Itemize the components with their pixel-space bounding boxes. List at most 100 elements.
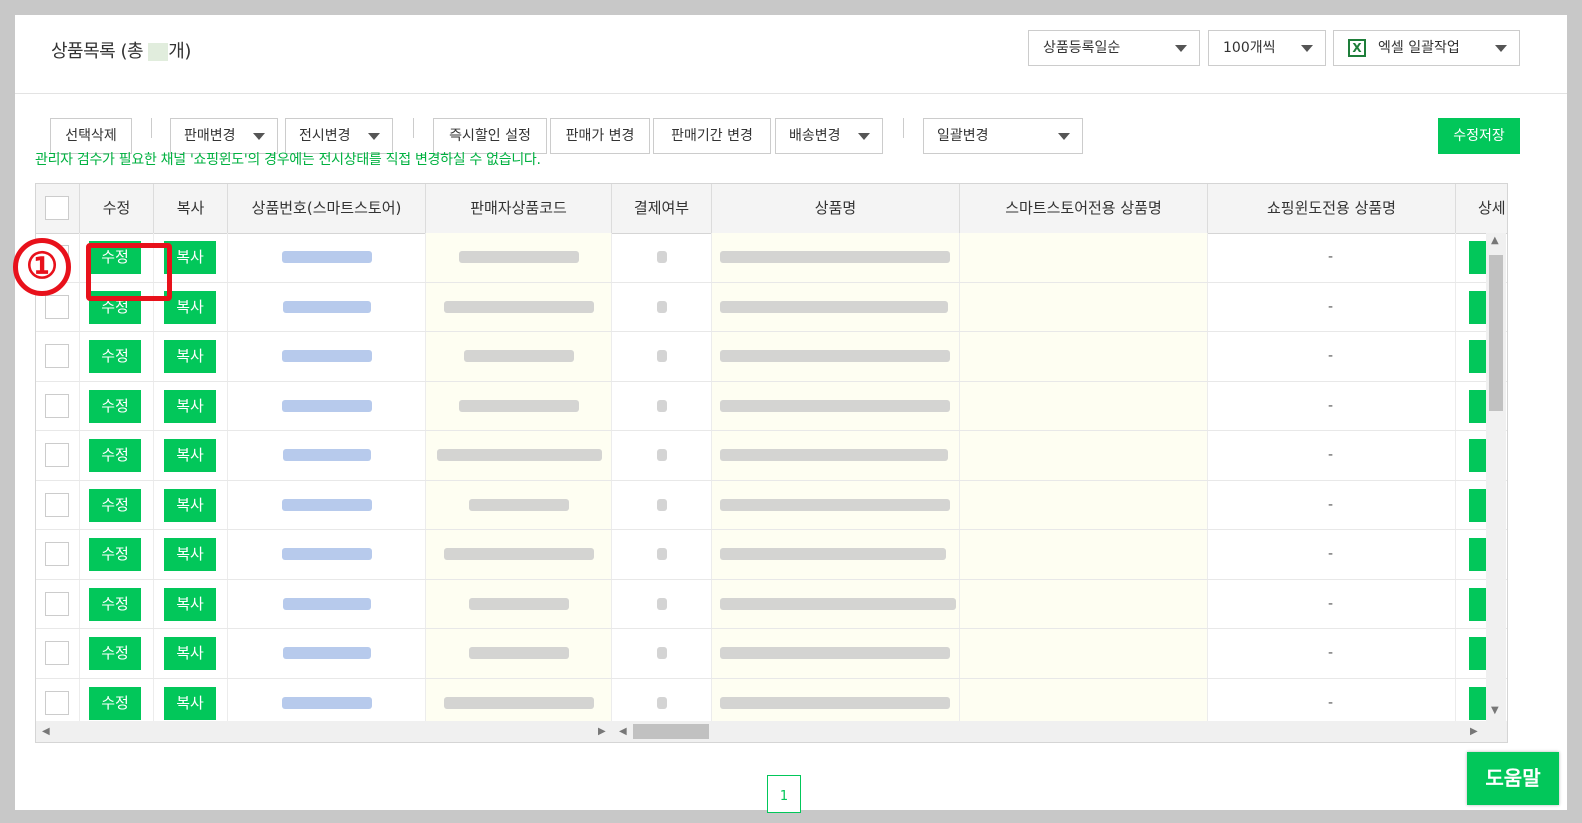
edit-button[interactable]: 수정 bbox=[89, 340, 141, 373]
seller-code-blurred bbox=[459, 251, 579, 263]
product-name-cell bbox=[712, 629, 960, 678]
product-no-blurred[interactable] bbox=[282, 251, 372, 263]
product-no-blurred[interactable] bbox=[283, 300, 371, 313]
change-price-button[interactable]: 판매가 변경 bbox=[550, 118, 650, 154]
table-row: 수정 복사 - bbox=[36, 480, 1507, 530]
product-no-cell bbox=[228, 579, 426, 628]
copy-button[interactable]: 복사 bbox=[164, 389, 216, 423]
row-checkbox[interactable] bbox=[45, 443, 69, 467]
vertical-scroll-thumb[interactable] bbox=[1489, 255, 1503, 411]
edit-button[interactable]: 수정 bbox=[89, 686, 141, 720]
copy-button[interactable]: 복사 bbox=[164, 439, 216, 472]
page-size-select[interactable]: 100개씩 bbox=[1208, 30, 1326, 66]
edit-button[interactable]: 수정 bbox=[89, 439, 141, 472]
product-no-cell bbox=[228, 431, 426, 480]
bulk-change-label: 일괄변경 bbox=[937, 128, 989, 144]
product-no-blurred[interactable] bbox=[282, 548, 372, 560]
scroll-right-icon[interactable]: ▶ bbox=[1470, 726, 1478, 737]
product-name-blurred bbox=[720, 449, 948, 461]
change-shipping-button[interactable]: 배송변경 bbox=[775, 118, 883, 154]
horizontal-scroll-thumb[interactable] bbox=[633, 724, 709, 739]
shoppingwindow-name-cell: - bbox=[1208, 530, 1456, 579]
empty-value: - bbox=[1328, 496, 1334, 513]
product-no-blurred[interactable] bbox=[282, 498, 372, 511]
seller-code-cell bbox=[426, 233, 612, 282]
edit-button[interactable]: 수정 bbox=[89, 488, 141, 522]
seller-code-cell bbox=[426, 579, 612, 628]
smartstore-name-cell bbox=[960, 579, 1208, 628]
row-checkbox[interactable] bbox=[45, 542, 69, 566]
horizontal-scrollbar[interactable]: ◀ ▶ ◀ ▶ bbox=[36, 721, 1507, 742]
edit-button[interactable]: 수정 bbox=[89, 637, 141, 670]
scroll-up-icon[interactable]: ▲ bbox=[1491, 235, 1499, 246]
product-name-blurred bbox=[720, 696, 950, 709]
product-no-blurred[interactable] bbox=[283, 597, 371, 610]
product-no-blurred[interactable] bbox=[282, 399, 372, 412]
select-cell bbox=[36, 678, 80, 727]
payment-cell bbox=[612, 332, 712, 381]
divider bbox=[903, 118, 904, 138]
select-cell bbox=[36, 381, 80, 430]
payment-cell bbox=[612, 233, 712, 282]
row-checkbox[interactable] bbox=[45, 641, 69, 665]
product-count-blurred bbox=[148, 43, 169, 61]
product-no-blurred[interactable] bbox=[282, 696, 372, 709]
header-edit: 수정 bbox=[80, 184, 154, 233]
product-name-cell bbox=[712, 381, 960, 430]
change-period-button[interactable]: 판매기간 변경 bbox=[653, 118, 771, 154]
header-product-name: 상품명 bbox=[712, 184, 960, 233]
scroll-right-icon[interactable]: ▶ bbox=[598, 726, 606, 737]
scroll-left-icon[interactable]: ◀ bbox=[619, 726, 627, 737]
empty-value: - bbox=[1328, 694, 1334, 711]
copy-button[interactable]: 복사 bbox=[164, 587, 216, 621]
product-no-cell bbox=[228, 282, 426, 331]
product-no-cell bbox=[228, 530, 426, 579]
empty-value: - bbox=[1328, 397, 1334, 414]
smartstore-name-cell bbox=[960, 480, 1208, 529]
empty-value: - bbox=[1328, 595, 1334, 612]
vertical-scrollbar[interactable]: ▲ ▼ bbox=[1486, 233, 1506, 721]
copy-button[interactable]: 복사 bbox=[164, 488, 216, 522]
edit-button[interactable]: 수정 bbox=[89, 389, 141, 423]
shoppingwindow-name-cell: - bbox=[1208, 480, 1456, 529]
copy-button[interactable]: 복사 bbox=[164, 637, 216, 670]
pagination-page-1[interactable]: 1 bbox=[767, 775, 801, 813]
product-no-blurred[interactable] bbox=[282, 350, 372, 362]
row-checkbox[interactable] bbox=[45, 344, 69, 368]
shoppingwindow-name-cell: - bbox=[1208, 629, 1456, 678]
select-cell bbox=[36, 579, 80, 628]
copy-button[interactable]: 복사 bbox=[164, 686, 216, 720]
sort-select[interactable]: 상품등록일순 bbox=[1028, 30, 1200, 66]
edit-button[interactable]: 수정 bbox=[89, 538, 141, 571]
empty-value: - bbox=[1328, 348, 1334, 364]
scroll-left-icon[interactable]: ◀ bbox=[42, 726, 50, 737]
edit-cell: 수정 bbox=[80, 381, 154, 430]
row-checkbox[interactable] bbox=[45, 294, 69, 319]
help-button[interactable]: 도움말 bbox=[1467, 752, 1559, 805]
row-checkbox[interactable] bbox=[45, 393, 69, 418]
copy-button[interactable]: 복사 bbox=[164, 340, 216, 373]
title-suffix: 개) bbox=[168, 41, 191, 62]
select-cell bbox=[36, 480, 80, 529]
header-payment: 결제여부 bbox=[612, 184, 712, 233]
seller-code-cell bbox=[426, 282, 612, 331]
product-no-cell bbox=[228, 381, 426, 430]
product-no-blurred[interactable] bbox=[283, 647, 371, 659]
seller-code-cell bbox=[426, 332, 612, 381]
product-no-blurred[interactable] bbox=[283, 449, 371, 461]
edit-cell: 수정 bbox=[80, 480, 154, 529]
select-all-checkbox[interactable] bbox=[45, 196, 69, 220]
excel-bulk-select[interactable]: X 엑셀 일괄작업 bbox=[1333, 30, 1520, 66]
scroll-down-icon[interactable]: ▼ bbox=[1491, 705, 1499, 716]
row-checkbox[interactable] bbox=[45, 690, 69, 715]
row-checkbox[interactable] bbox=[45, 492, 69, 517]
change-sale-label: 판매변경 bbox=[184, 128, 236, 144]
select-cell bbox=[36, 332, 80, 381]
copy-button[interactable]: 복사 bbox=[164, 538, 216, 571]
bulk-change-select[interactable]: 일괄변경 bbox=[923, 118, 1083, 154]
row-checkbox[interactable] bbox=[45, 591, 69, 616]
change-shipping-label: 배송변경 bbox=[789, 128, 841, 144]
save-changes-button[interactable]: 수정저장 bbox=[1438, 118, 1520, 154]
empty-value: - bbox=[1328, 447, 1334, 463]
edit-button[interactable]: 수정 bbox=[89, 587, 141, 621]
